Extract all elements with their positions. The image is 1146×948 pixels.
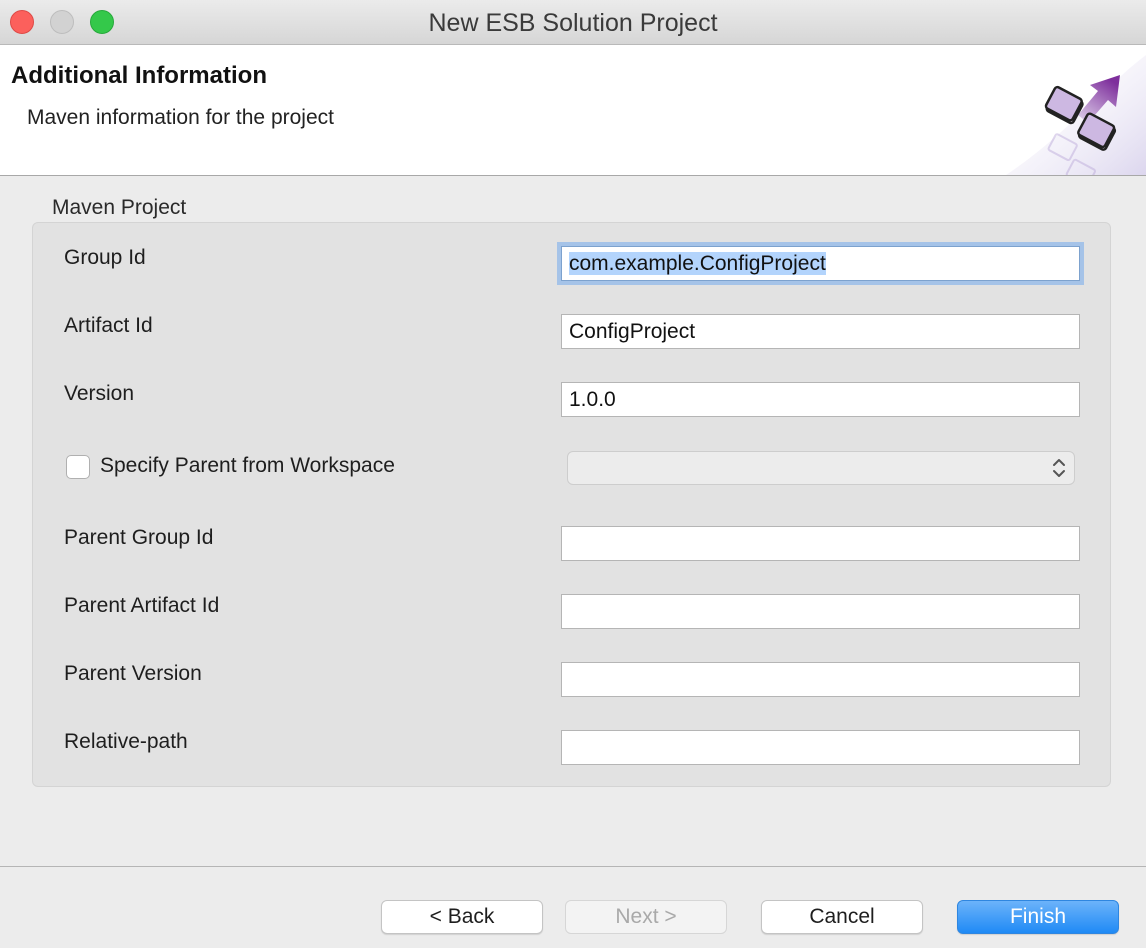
parent-version-label: Parent Version bbox=[64, 662, 202, 685]
parent-workspace-select[interactable] bbox=[567, 451, 1075, 485]
version-label: Version bbox=[64, 382, 135, 405]
group-id-value: com.example.ConfigProject bbox=[569, 252, 826, 275]
parent-group-id-field[interactable] bbox=[561, 526, 1080, 561]
group-label: Maven Project bbox=[52, 196, 187, 219]
specify-parent-label[interactable]: Specify Parent from Workspace bbox=[100, 454, 395, 478]
wizard-header: Additional Information Maven information… bbox=[0, 45, 1146, 176]
finish-button[interactable]: Finish bbox=[957, 900, 1119, 934]
group-id-field[interactable]: com.example.ConfigProject bbox=[561, 246, 1080, 281]
parent-version-field[interactable] bbox=[561, 662, 1080, 697]
footer-separator bbox=[0, 866, 1146, 867]
page-description: Maven information for the project bbox=[27, 106, 334, 129]
title-bar: New ESB Solution Project bbox=[0, 0, 1146, 45]
relative-path-field[interactable] bbox=[561, 730, 1080, 765]
artifact-id-field[interactable] bbox=[561, 314, 1080, 349]
relative-path-label: Relative-path bbox=[64, 730, 188, 753]
parent-artifact-id-label: Parent Artifact Id bbox=[64, 594, 220, 617]
next-button[interactable]: Next > bbox=[565, 900, 727, 934]
wizard-banner-icon bbox=[1006, 55, 1146, 175]
group-id-label: Group Id bbox=[64, 246, 146, 269]
cancel-button[interactable]: Cancel bbox=[761, 900, 923, 934]
version-field[interactable] bbox=[561, 382, 1080, 417]
specify-parent-checkbox[interactable] bbox=[66, 455, 90, 479]
updown-arrows-icon bbox=[1053, 459, 1065, 477]
parent-group-id-label: Parent Group Id bbox=[64, 526, 214, 549]
artifact-id-label: Artifact Id bbox=[64, 314, 153, 337]
parent-artifact-id-field[interactable] bbox=[561, 594, 1080, 629]
window-title: New ESB Solution Project bbox=[428, 9, 718, 37]
back-button[interactable]: < Back bbox=[381, 900, 543, 934]
maven-project-group bbox=[32, 222, 1111, 787]
page-title: Additional Information bbox=[11, 62, 267, 89]
